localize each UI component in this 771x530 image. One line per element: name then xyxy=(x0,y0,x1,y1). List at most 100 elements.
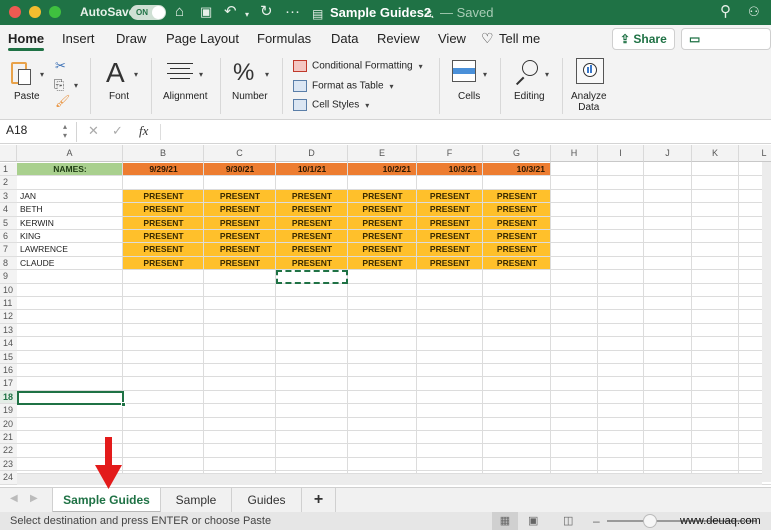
present-cell[interactable]: PRESENT xyxy=(123,230,204,243)
editing-search-icon[interactable] xyxy=(514,58,542,86)
copy-icon[interactable]: ⎘ xyxy=(54,77,64,93)
present-cell[interactable]: PRESENT xyxy=(348,217,417,230)
font-dropdown-icon[interactable]: ▾ xyxy=(134,70,138,79)
row-header-17[interactable]: 17 xyxy=(0,377,17,391)
copy-dropdown-icon[interactable]: ▾ xyxy=(74,81,78,90)
column-header-c[interactable]: C xyxy=(204,145,276,162)
enter-check-icon[interactable]: ✓ xyxy=(112,123,123,139)
date-header-cell[interactable]: 9/29/21 xyxy=(123,163,204,176)
column-header-l[interactable]: L xyxy=(739,145,771,162)
present-cell[interactable]: PRESENT xyxy=(276,257,348,270)
present-cell[interactable]: PRESENT xyxy=(123,190,204,203)
select-all-corner[interactable] xyxy=(0,145,17,162)
column-header-f[interactable]: F xyxy=(417,145,483,162)
tell-me-search[interactable]: Tell me xyxy=(499,31,540,46)
present-cell[interactable]: PRESENT xyxy=(483,243,551,256)
analyze-data-label[interactable]: Analyze Data xyxy=(571,91,607,113)
page-layout-view-icon[interactable]: ▣ xyxy=(528,512,548,530)
cells-dropdown-icon[interactable]: ▾ xyxy=(483,70,487,79)
cancel-icon[interactable]: ✕ xyxy=(88,123,99,139)
present-cell[interactable]: PRESENT xyxy=(276,203,348,216)
column-header-k[interactable]: K xyxy=(692,145,739,162)
name-cell[interactable]: CLAUDE xyxy=(17,257,123,270)
present-cell[interactable]: PRESENT xyxy=(348,190,417,203)
date-header-cell[interactable]: 10/1/21 xyxy=(276,163,348,176)
undo-icon[interactable]: ↶ xyxy=(224,3,237,21)
present-cell[interactable]: PRESENT xyxy=(123,203,204,216)
comments-button[interactable]: ▭ Comments xyxy=(681,28,771,66)
date-header-cell[interactable]: 10/3/21 xyxy=(483,163,551,176)
present-cell[interactable]: PRESENT xyxy=(483,203,551,216)
undo-dropdown-icon[interactable]: ▾ xyxy=(245,6,249,24)
row-header-3[interactable]: 3 xyxy=(0,189,17,204)
row-header-24[interactable]: 24 xyxy=(0,471,17,485)
present-cell[interactable]: PRESENT xyxy=(417,217,483,230)
insert-function-icon[interactable]: fx xyxy=(139,123,148,139)
column-header-a[interactable]: A xyxy=(17,145,123,162)
present-cell[interactable]: PRESENT xyxy=(348,230,417,243)
save-icon[interactable]: ▣ xyxy=(200,3,212,21)
row-header-8[interactable]: 8 xyxy=(0,256,17,271)
column-header-d[interactable]: D xyxy=(276,145,348,162)
present-cell[interactable]: PRESENT xyxy=(483,190,551,203)
document-status[interactable]: — Saved xyxy=(440,5,493,20)
tab-home[interactable]: Home xyxy=(8,31,44,46)
alignment-dropdown-icon[interactable]: ▾ xyxy=(199,70,203,79)
row-header-23[interactable]: 23 xyxy=(0,457,17,472)
page-break-view-icon[interactable]: ◫ xyxy=(563,512,583,530)
present-cell[interactable]: PRESENT xyxy=(348,203,417,216)
row-header-14[interactable]: 14 xyxy=(0,337,17,351)
format-painter-icon[interactable]: 🖌 xyxy=(55,94,70,108)
present-cell[interactable]: PRESENT xyxy=(276,243,348,256)
present-cell[interactable]: PRESENT xyxy=(123,243,204,256)
present-cell[interactable]: PRESENT xyxy=(417,257,483,270)
row-header-18[interactable]: 18 xyxy=(0,390,17,405)
cut-icon[interactable]: ✂ xyxy=(55,58,66,74)
name-cell[interactable]: BETH xyxy=(17,203,123,216)
column-header-e[interactable]: E xyxy=(348,145,417,162)
redo-icon[interactable]: ↻ xyxy=(260,3,273,21)
name-box-stepper-icon[interactable]: ▴ ▾ xyxy=(63,122,67,140)
home-icon[interactable]: ⌂ xyxy=(175,3,184,21)
present-cell[interactable]: PRESENT xyxy=(483,217,551,230)
fill-handle[interactable] xyxy=(121,402,126,408)
zoom-out-button[interactable]: – xyxy=(593,512,600,530)
present-cell[interactable]: PRESENT xyxy=(417,190,483,203)
present-cell[interactable]: PRESENT xyxy=(204,203,276,216)
present-cell[interactable]: PRESENT xyxy=(348,243,417,256)
share-people-icon[interactable]: ⚇ xyxy=(748,3,760,21)
normal-view-icon[interactable]: ▦ xyxy=(492,512,518,530)
percent-icon[interactable]: % xyxy=(233,58,254,88)
row-header-4[interactable]: 4 xyxy=(0,203,17,217)
row-header-2[interactable]: 2 xyxy=(0,176,17,190)
name-cell[interactable]: KERWIN xyxy=(17,217,123,230)
selected-cell-a18[interactable] xyxy=(17,390,124,406)
close-window-button[interactable] xyxy=(9,6,21,18)
maximize-window-button[interactable] xyxy=(49,6,61,18)
row-header-20[interactable]: 20 xyxy=(0,417,17,431)
row-header-22[interactable]: 22 xyxy=(0,444,17,458)
tab-page-layout[interactable]: Page Layout xyxy=(166,31,239,46)
sheet-tab-sample[interactable]: Sample xyxy=(161,488,232,513)
row-header-9[interactable]: 9 xyxy=(0,270,17,284)
present-cell[interactable]: PRESENT xyxy=(123,217,204,230)
autosave-toggle[interactable]: ON xyxy=(130,5,166,20)
row-header-16[interactable]: 16 xyxy=(0,364,17,378)
scroll-sheets-left-icon[interactable]: ◀ xyxy=(10,493,18,504)
row-header-6[interactable]: 6 xyxy=(0,230,17,244)
present-cell[interactable]: PRESENT xyxy=(483,257,551,270)
conditional-formatting-button[interactable]: Conditional Formatting ▾ xyxy=(293,60,423,72)
row-header-12[interactable]: 12 xyxy=(0,310,17,324)
tab-data[interactable]: Data xyxy=(331,31,358,46)
name-cell[interactable]: JAN xyxy=(17,190,123,203)
search-icon[interactable]: ⚲ xyxy=(720,3,731,21)
zoom-slider-thumb[interactable] xyxy=(643,514,657,528)
date-header-cell[interactable]: 10/3/21 xyxy=(417,163,483,176)
present-cell[interactable]: PRESENT xyxy=(204,217,276,230)
present-cell[interactable]: PRESENT xyxy=(483,230,551,243)
cell-styles-button[interactable]: Cell Styles ▾ xyxy=(293,99,369,111)
row-header-15[interactable]: 15 xyxy=(0,350,17,364)
tab-insert[interactable]: Insert xyxy=(62,31,95,46)
present-cell[interactable]: PRESENT xyxy=(276,230,348,243)
name-cell[interactable]: LAWRENCE xyxy=(17,243,123,256)
